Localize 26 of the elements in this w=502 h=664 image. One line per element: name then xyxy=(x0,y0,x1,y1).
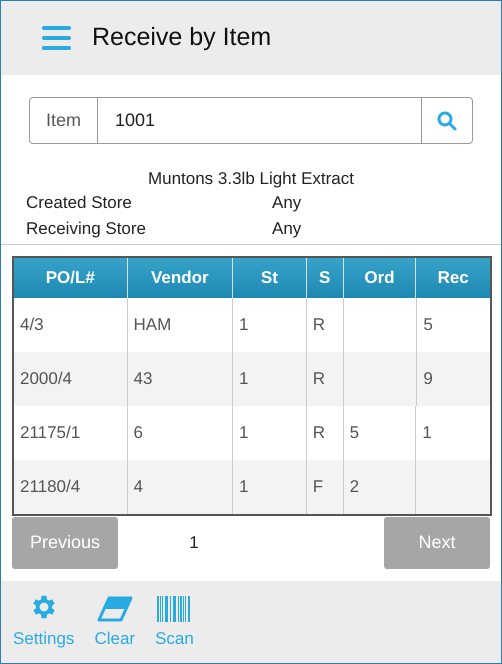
column-header: Rec xyxy=(436,267,470,290)
eraser-icon xyxy=(96,596,133,622)
table-cell: 2 xyxy=(344,460,416,514)
item-input[interactable]: 1001 xyxy=(98,98,421,143)
previous-button[interactable]: Previous xyxy=(12,516,118,568)
detail-value: Any xyxy=(272,218,302,240)
toolbar-button[interactable]: Scan xyxy=(155,596,194,651)
item-label: Item xyxy=(30,98,98,143)
barcode-icon xyxy=(157,596,192,622)
item-description: Muntons 3.3lb Light Extract xyxy=(146,168,355,190)
detail-label: Created Store xyxy=(26,192,133,214)
search-icon xyxy=(437,110,457,130)
table-cell-text: 1 xyxy=(421,422,433,444)
page-number: 1 xyxy=(189,532,199,554)
search-field[interactable]: Item 1001 xyxy=(29,97,473,144)
toolbar-button[interactable]: Clear xyxy=(94,596,136,651)
detail-label: Receiving Store xyxy=(26,218,148,240)
page-title: Receive by Item xyxy=(92,22,272,54)
table-cell: 1 xyxy=(233,460,307,514)
toolbar-button[interactable]: Settings xyxy=(13,592,74,651)
table-cell: F xyxy=(306,460,344,514)
menu-icon[interactable] xyxy=(42,26,71,50)
next-button[interactable]: Next xyxy=(384,516,490,568)
table-cell: 21180/4 xyxy=(14,460,128,514)
table-cell: 4 xyxy=(128,460,234,514)
detail-value: Any xyxy=(272,192,302,214)
